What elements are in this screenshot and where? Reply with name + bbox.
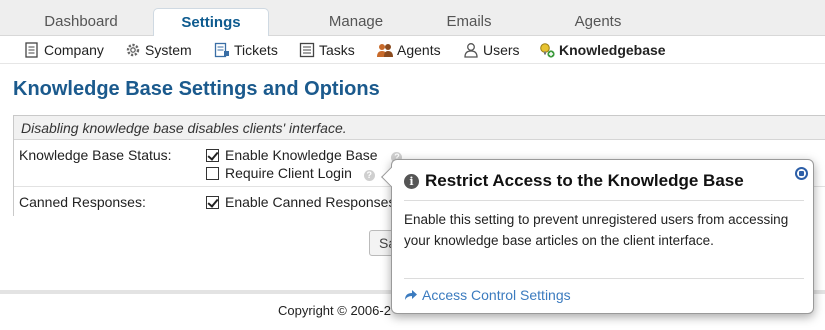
subnav-users[interactable]: Users [463, 41, 520, 59]
subnav-system[interactable]: System [125, 41, 192, 59]
subnav-company[interactable]: Company [24, 41, 104, 59]
subnav-users-label: Users [483, 42, 520, 58]
help-icon[interactable]: ? [363, 170, 375, 181]
settings-subnav: Company System Tickets Tasks Agents User… [0, 36, 825, 64]
company-icon [25, 42, 38, 58]
subnav-system-label: System [145, 42, 192, 58]
tickets-icon [214, 42, 229, 58]
help-tooltip-popup: i Restrict Access to the Knowledge Base E… [381, 159, 814, 314]
subnav-tickets[interactable]: Tickets [214, 41, 278, 59]
tab-settings[interactable]: Settings [153, 8, 269, 37]
require-client-login-checkbox[interactable] [206, 167, 219, 180]
enable-knowledgebase-option[interactable]: Enable Knowledge Base ? [206, 147, 403, 164]
page-title: Knowledge Base Settings and Options [13, 78, 380, 100]
access-control-settings-link[interactable]: Access Control Settings [404, 287, 571, 303]
close-icon[interactable] [795, 167, 808, 180]
popup-divider [404, 278, 804, 279]
popup-divider [404, 200, 804, 201]
subnav-agents[interactable]: Agents [377, 41, 441, 59]
tasks-icon [299, 42, 315, 58]
enable-knowledgebase-label: Enable Knowledge Base [225, 147, 378, 163]
knowledgebase-icon [540, 43, 555, 58]
share-arrow-icon [405, 290, 417, 300]
settings-notice: Disabling knowledge base disables client… [14, 116, 825, 140]
tab-emails[interactable]: Emails [434, 10, 504, 36]
enable-canned-responses-label: Enable Canned Responses [225, 194, 396, 210]
enable-canned-responses-checkbox[interactable] [206, 196, 219, 209]
subnav-knowledgebase[interactable]: Knowledgebase [539, 41, 666, 59]
subnav-company-label: Company [44, 42, 104, 58]
agents-icon [377, 44, 393, 57]
subnav-tasks-label: Tasks [319, 42, 355, 58]
users-icon [464, 43, 478, 58]
tab-dashboard[interactable]: Dashboard [18, 10, 144, 36]
canned-responses-label: Canned Responses: [19, 194, 146, 210]
popup-title-text: Restrict Access to the Knowledge Base [425, 171, 744, 190]
subnav-agents-label: Agents [397, 42, 441, 58]
access-control-settings-label: Access Control Settings [422, 287, 571, 303]
tab-manage[interactable]: Manage [282, 10, 430, 36]
info-icon: i [404, 174, 419, 189]
subnav-knowledgebase-label: Knowledgebase [559, 42, 666, 58]
enable-knowledgebase-checkbox[interactable] [206, 149, 219, 162]
gear-icon [126, 43, 140, 57]
popup-body: Enable this setting to prevent unregiste… [404, 212, 789, 248]
subnav-tasks[interactable]: Tasks [299, 41, 355, 59]
kb-status-label: Knowledge Base Status: [19, 147, 172, 163]
require-client-login-option[interactable]: Require Client Login ? [206, 165, 375, 182]
subnav-tickets-label: Tickets [234, 42, 278, 58]
enable-canned-responses-option[interactable]: Enable Canned Responses [206, 194, 395, 211]
popup-title: i Restrict Access to the Knowledge Base [404, 171, 744, 191]
copyright-text: Copyright © 2006-2 [278, 303, 391, 318]
main-tab-bar: Dashboard Settings Manage Emails Agents [0, 0, 825, 37]
tab-agents[interactable]: Agents [560, 10, 636, 36]
require-client-login-label: Require Client Login [225, 165, 352, 181]
